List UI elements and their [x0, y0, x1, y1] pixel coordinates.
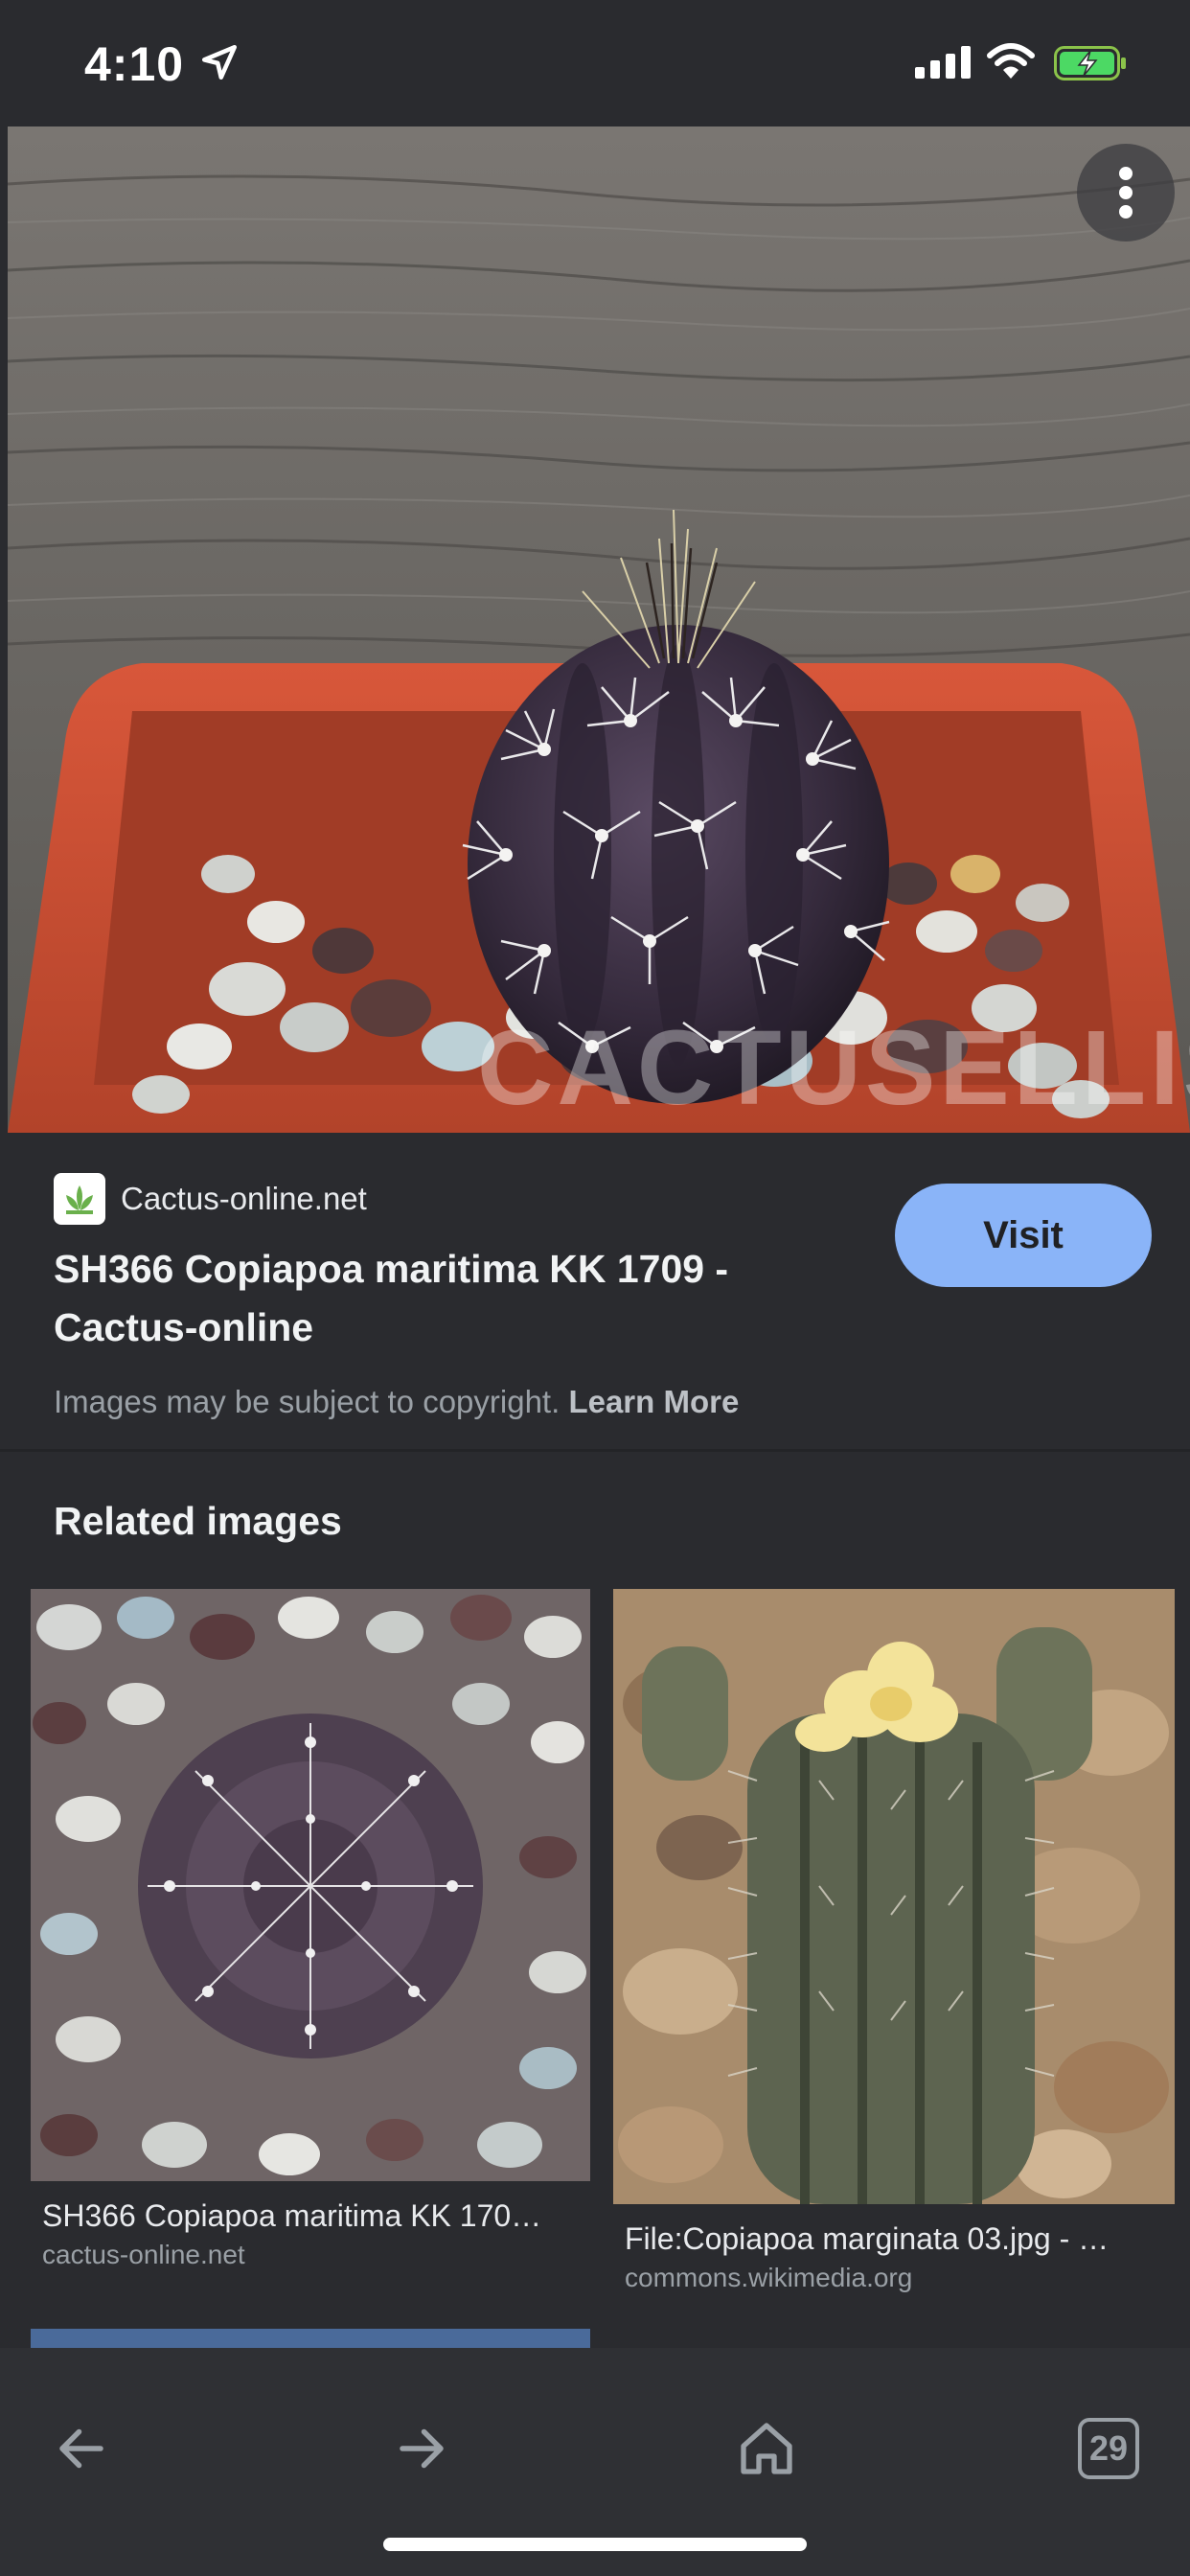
related-image-title[interactable]: SH366 Copiapoa maritima KK 170…: [31, 2198, 590, 2234]
battery-charging-icon: [1054, 46, 1126, 80]
more-vertical-icon: [1119, 167, 1133, 218]
related-image-domain: cactus-online.net: [42, 2240, 245, 2269]
watermark-text: CACTUSELLIS: [477, 1009, 1190, 1127]
tabs-button[interactable]: 29: [1065, 2405, 1152, 2492]
status-time: 4:10: [84, 37, 185, 91]
home-button[interactable]: [723, 2405, 810, 2492]
site-name: Cactus-online.net: [121, 1181, 367, 1216]
site-favicon-icon: [54, 1173, 105, 1225]
home-indicator[interactable]: [383, 2538, 807, 2551]
tab-count: 29: [1088, 2428, 1129, 2468]
source-panel: Cactus-online.net SH366 Copiapoa maritim…: [0, 1133, 1190, 1449]
related-image-thumbnail[interactable]: [31, 1589, 590, 2181]
related-image-domain: commons.wikimedia.org: [625, 2263, 913, 2292]
related-image-title[interactable]: File:Copiapoa marginata 03.jpg - …: [613, 2221, 1175, 2257]
home-icon: [741, 2423, 792, 2474]
arrow-left-icon: [59, 2428, 103, 2469]
more-options-button[interactable]: [1077, 144, 1175, 242]
page-title-link[interactable]: SH366 Copiapoa maritima KK 1709 - Cactus…: [54, 1240, 839, 1357]
learn-more-link[interactable]: Learn More: [568, 1384, 739, 1419]
forward-button[interactable]: [378, 2405, 465, 2492]
copyright-notice: Images may be subject to copyright. Lear…: [54, 1384, 739, 1420]
copyright-text: Images may be subject to copyright.: [54, 1384, 561, 1419]
related-image-thumbnail-partial[interactable]: [31, 2329, 590, 2348]
related-image-card[interactable]: File:Copiapoa marginata 03.jpg - … commo…: [613, 1589, 1175, 2293]
wifi-icon: [987, 43, 1035, 79]
related-image-thumbnail[interactable]: [613, 1589, 1175, 2204]
related-images-heading: Related images: [54, 1499, 342, 1543]
divider: [0, 1449, 1190, 1452]
location-arrow-icon: [201, 44, 238, 80]
hero-image[interactable]: CACTUSELLIS: [8, 126, 1190, 1133]
cactus-photo: CACTUSELLIS: [8, 126, 1190, 1133]
related-image-card[interactable]: SH366 Copiapoa maritima KK 170… cactus-o…: [31, 1589, 590, 2270]
back-button[interactable]: [38, 2405, 125, 2492]
cellular-signal-icon: [915, 46, 971, 79]
site-row[interactable]: Cactus-online.net: [54, 1173, 367, 1225]
status-bar: 4:10: [0, 0, 1190, 126]
arrow-right-icon: [400, 2428, 444, 2469]
visit-button[interactable]: Visit: [895, 1184, 1152, 1287]
